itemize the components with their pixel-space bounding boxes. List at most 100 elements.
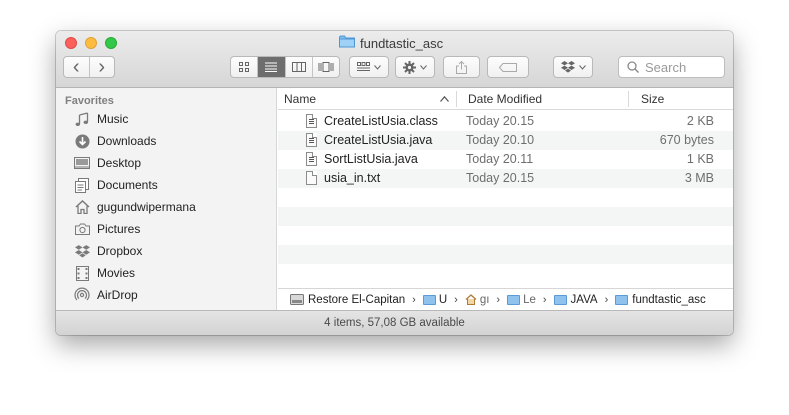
chevron-down-icon [578,64,586,70]
file-name: usia_in.txt [324,171,381,185]
list-icon [265,62,278,72]
file-name: CreateListUsia.java [324,133,433,147]
share-icon [456,60,467,74]
list-view-button[interactable] [258,57,286,77]
sidebar-item-desktop[interactable]: Desktop [74,153,141,173]
sidebar-heading: Favorites [65,95,114,107]
action-button[interactable] [395,56,435,78]
path-separator: › [496,293,501,306]
sidebar-item-movies[interactable]: Movies [74,263,135,283]
path-item-home[interactable]: gı [465,294,489,306]
file-row[interactable]: CreateListUsia.class Today 20.15 2 KB [278,112,733,131]
arrange-grid-icon [357,62,370,71]
date-modified-column-header[interactable]: Date Modified [468,92,542,106]
home-icon [74,199,90,215]
grid-icon [239,62,250,72]
file-size: 3 MB [684,171,714,185]
size-column-header[interactable]: Size [641,92,664,106]
sidebar-item-home[interactable]: gugundwipermana [74,197,196,217]
sort-ascending-icon[interactable] [440,96,449,102]
column-header: Name Date Modified Size [278,88,733,110]
path-separator: › [454,293,458,306]
sidebar-item-label: AirDrop [97,288,138,302]
sidebar-item-label: gugundwipermana [97,200,196,214]
sidebar-item-label: Desktop [97,156,142,170]
empty-row [278,188,733,207]
empty-row [278,226,733,245]
java-file-icon [306,133,317,147]
path-item-library[interactable]: Le [507,294,536,306]
chevron-down-icon [420,64,427,70]
class-file-icon [306,114,317,128]
path-item-users[interactable]: U [422,294,447,306]
sidebar-item-label: Dropbox [97,244,143,258]
text-file-icon [306,171,317,185]
folder-icon [615,294,629,305]
sidebar: Favorites Music Downloads Desktop Docume… [56,88,277,310]
icon-view-button[interactable] [231,57,259,77]
folder-icon [553,294,567,305]
sidebar-item-label: Documents [97,178,158,192]
close-button[interactable] [65,37,77,49]
finder-window: fundtastic_asc ‹ › Search Favorites Musi… [56,31,733,335]
gear-icon [403,60,416,74]
window-title: fundtastic_asc [339,34,443,52]
search-placeholder: Search [645,59,687,75]
java-file-icon [306,152,317,166]
file-date: Today 20.15 [466,114,535,128]
view-mode-control [230,56,340,78]
sidebar-item-label: Pictures [97,222,141,236]
minimize-button[interactable] [85,37,97,49]
hard-disk-icon [290,294,304,305]
sidebar-item-pictures[interactable]: Pictures [74,219,140,239]
sidebar-item-label: Downloads [97,134,157,148]
file-row[interactable]: usia_in.txt Today 20.15 3 MB [278,169,733,188]
zoom-button[interactable] [105,37,117,49]
cover-flow-button[interactable] [313,57,339,77]
file-size: 1 KB [686,152,714,166]
music-note-icon [74,111,90,127]
camera-icon [74,221,90,237]
column-view-button[interactable] [286,57,313,77]
path-separator: › [412,293,416,306]
sidebar-item-documents[interactable]: Documents [74,175,158,195]
folder-icon [339,35,355,51]
file-name: CreateListUsia.class [324,114,438,128]
folder-icon [507,294,521,305]
tags-button[interactable] [487,56,529,78]
chevron-left-icon: ‹ [72,56,80,78]
path-item-disk[interactable]: Restore El-Capitan [290,294,405,306]
sidebar-item-dropbox[interactable]: Dropbox [74,241,142,261]
back-forward-control: ‹ › [63,56,115,78]
path-separator: › [604,293,609,306]
path-item-current[interactable]: fundtastic_asc [615,294,706,306]
file-row[interactable]: CreateListUsia.java Today 20.10 670 byte… [278,131,733,150]
documents-icon [74,177,90,193]
sidebar-item-downloads[interactable]: Downloads [74,131,156,151]
empty-row [278,207,733,226]
back-button[interactable]: ‹ [64,57,90,77]
file-date: Today 20.11 [466,152,534,166]
file-row[interactable]: SortListUsia.java Today 20.11 1 KB [278,150,733,169]
status-text: 4 items, 57,08 GB available [324,317,465,329]
path-item-java[interactable]: JAVA [553,294,598,306]
dropbox-icon [74,243,90,259]
arrange-button[interactable] [349,56,389,78]
empty-row [278,264,733,283]
forward-button[interactable]: › [90,57,115,77]
share-button[interactable] [443,56,480,78]
search-icon [627,61,639,73]
file-list: Name Date Modified Size CreateListUsia.c… [278,88,733,310]
file-size: 670 bytes [659,133,714,147]
sidebar-item-music[interactable]: Music [74,109,128,129]
title-bar: fundtastic_asc ‹ › Search [56,31,733,88]
dropbox-toolbar-button[interactable] [553,56,593,78]
name-column-header[interactable]: Name [284,92,316,106]
path-separator: › [542,293,547,306]
sidebar-item-label: Movies [97,266,136,280]
search-field[interactable]: Search [618,56,725,78]
sidebar-item-label: Music [97,112,129,126]
download-icon [74,133,90,149]
sidebar-item-airdrop[interactable]: AirDrop [74,285,138,305]
status-bar: 4 items, 57,08 GB available [56,310,733,335]
